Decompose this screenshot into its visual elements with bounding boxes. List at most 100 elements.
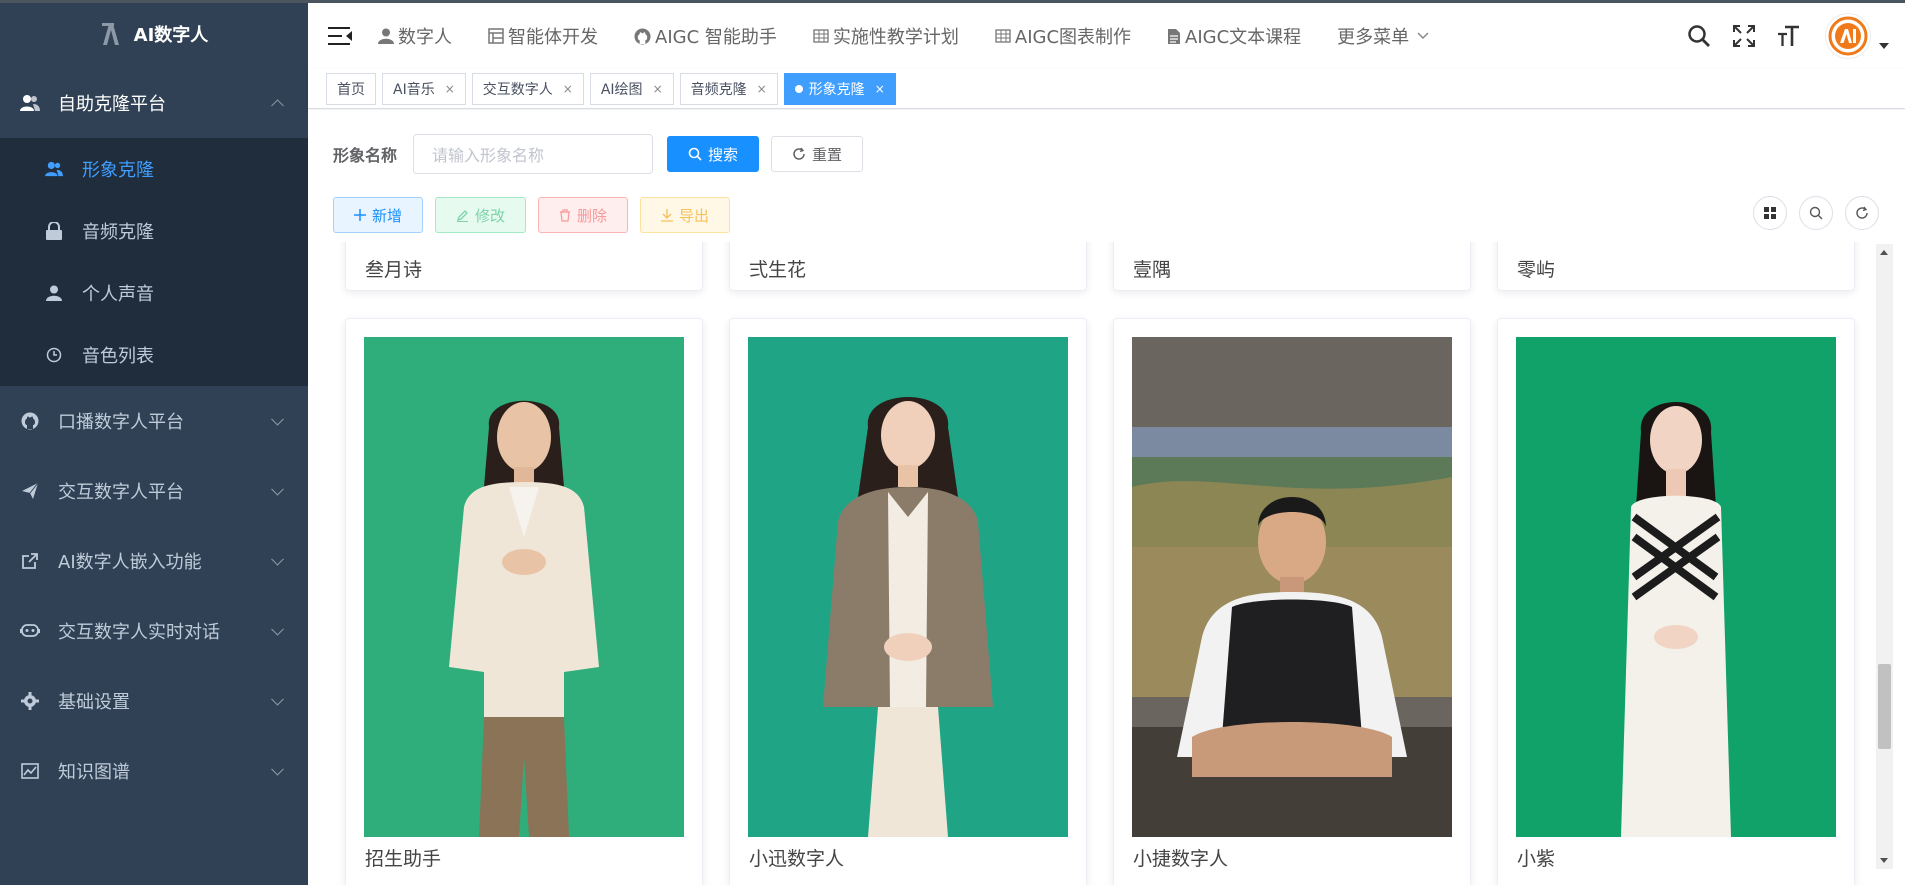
sidebar-item-label: 交互数字人平台 [58,482,184,503]
scrollbar-thumb[interactable] [1878,664,1891,749]
sidebar-item-knowledge-graph[interactable]: 知识图谱 [0,736,308,806]
sidebar-item-avatar-clone[interactable]: 形象克隆 [0,138,308,200]
toggle-search-button[interactable] [1799,196,1833,230]
export-button[interactable]: 导出 [640,197,731,233]
avatar-card[interactable]: 壹隅 [1113,242,1471,291]
gear-icon [20,691,40,711]
avatar-card[interactable]: 小捷数字人 [1113,318,1471,885]
reset-button[interactable]: 重置 [771,136,864,172]
avatar-card[interactable]: 弍生花 [729,242,1087,291]
refresh-icon [792,147,806,161]
add-button[interactable]: 新增 [333,197,424,233]
robot-icon [20,621,40,641]
avatar-photo [1132,337,1452,837]
fullscreen-icon[interactable] [1731,23,1757,49]
delete-button[interactable]: 删除 [538,197,629,233]
search-icon [1809,206,1823,220]
tree-table-icon [488,28,504,44]
close-icon[interactable]: × [875,82,885,96]
chart-icon [20,761,40,781]
scroll-down-arrow-icon[interactable] [1880,858,1888,863]
search-icon[interactable] [1686,23,1712,49]
export-button-label: 导出 [679,206,710,225]
topnav-teaching-plan[interactable]: 实施性教学计划 [813,23,959,49]
tag-ai-music[interactable]: AI音乐 × [382,72,466,105]
sidebar-item-broadcast-platform[interactable]: 口播数字人平台 [0,386,308,456]
sidebar-item-self-clone-platform[interactable]: 自助克隆平台 [0,68,308,138]
sidebar-item-embed-function[interactable]: AI数字人嵌入功能 [0,526,308,596]
topnav-label: 实施性教学计划 [832,27,959,48]
topnav-agent-dev[interactable]: 智能体开发 [488,23,598,49]
close-icon[interactable]: × [757,82,767,96]
sidebar-item-voice-list[interactable]: 音色列表 [0,324,308,386]
sidebar-submenu: 形象克隆 音频克隆 个人声音 音色列表 [0,138,308,386]
close-icon[interactable]: × [445,82,455,96]
sidebar-item-audio-clone[interactable]: 音频克隆 [0,200,308,262]
topnav-more-menu[interactable]: 更多菜单 [1337,23,1433,49]
avatar-card-name: 零屿 [1517,259,1556,281]
sidebar: AI数字人 自助克隆平台 形象克隆 音频克隆 个人声音 音色列表 口播数字人平台… [0,0,308,885]
sidebar-item-realtime-dialog[interactable]: 交互数字人实时对话 [0,596,308,666]
chevron-down-icon [271,482,284,496]
avatar-card[interactable]: 小紫 [1497,318,1855,885]
sidebar-item-basic-settings[interactable]: 基础设置 [0,666,308,736]
tag-home[interactable]: 首页 [326,72,376,105]
topnav-aigc-assistant[interactable]: AIGC 智能助手 [634,23,777,49]
tag-ai-drawing[interactable]: AI绘图 × [589,72,674,105]
grid-view-button[interactable] [1753,196,1787,230]
sidebar-item-interactive-platform[interactable]: 交互数字人平台 [0,456,308,526]
avatar-card[interactable]: 叁月诗 [345,242,703,291]
refresh-button[interactable] [1845,196,1879,230]
tag-audio-clone[interactable]: 音频克隆 × [679,72,778,105]
caret-down-icon[interactable] [1879,43,1889,49]
user-icon [44,283,64,303]
topnav-label: AIGC文本课程 [1185,27,1302,48]
avatar-photo [1516,337,1836,837]
hamburger-icon[interactable] [328,27,352,45]
avatar-name-input[interactable]: 请输入形象名称 [413,134,654,174]
close-icon[interactable]: × [563,82,573,96]
avatar-card[interactable]: 招生助手 [345,318,703,885]
refresh-icon [1856,206,1868,219]
search-button[interactable]: 搜索 [667,136,760,172]
chevron-up-icon [271,99,284,113]
close-icon[interactable]: × [653,82,663,96]
tag-interactive-human[interactable]: 交互数字人 × [471,72,584,105]
avatar-card-name: 招生助手 [365,848,442,870]
edit-icon [456,209,469,222]
avatar-card[interactable]: 小迅数字人 [729,318,1087,885]
tag-label: AI音乐 [393,81,435,98]
tag-avatar-clone[interactable]: 形象克隆 × [783,72,896,105]
search-button-label: 搜索 [708,145,739,164]
sidebar-item-label: 音频克隆 [82,222,154,243]
user-group-icon [44,159,64,179]
tag-label: AI绘图 [600,81,643,98]
edit-button[interactable]: 修改 [435,197,527,233]
content-scrollbar[interactable] [1876,244,1893,869]
search-placeholder: 请输入形象名称 [432,146,545,165]
edit-button-label: 修改 [475,206,506,225]
topnav-aigc-text-course[interactable]: AIGC文本课程 [1167,23,1301,49]
user-avatar-icon [1828,16,1868,56]
scroll-up-arrow-icon[interactable] [1880,250,1888,255]
sidebar-item-personal-voice[interactable]: 个人声音 [0,262,308,324]
avatar-card[interactable]: 零屿 [1497,242,1855,291]
font-size-icon[interactable] [1776,23,1802,49]
app-logo[interactable]: AI数字人 [0,0,308,68]
avatar-card-name: 弍生花 [749,259,807,281]
add-button-label: 新增 [372,206,403,225]
top-navbar: 数字人 智能体开发 AIGC 智能助手 实施性教学计划 AIGC图表制作 AIG… [308,3,1905,69]
chevron-down-icon [271,552,284,566]
download-icon [661,208,674,222]
person-figure-icon [1516,337,1836,837]
avatar-photo [748,337,1068,837]
chevron-down-icon [1417,32,1429,40]
sidebar-item-label: 个人声音 [82,284,154,305]
avatar[interactable] [1825,13,1871,59]
avatar-photo [364,337,684,837]
sidebar-item-label: 口播数字人平台 [58,412,184,433]
table-icon [995,29,1011,43]
topnav-digital-human[interactable]: 数字人 [378,23,452,49]
user-group-icon [20,93,40,113]
topnav-aigc-chart[interactable]: AIGC图表制作 [995,23,1131,49]
